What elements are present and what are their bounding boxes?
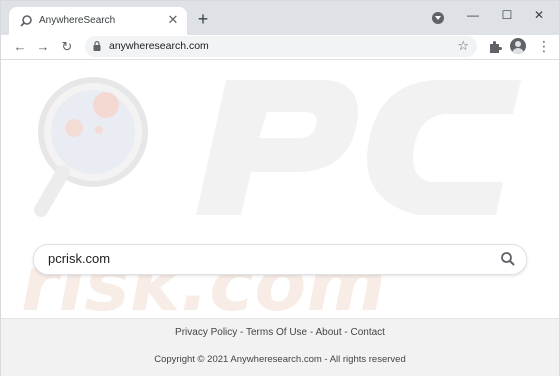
footer-separator: - xyxy=(237,327,246,338)
new-tab-button[interactable]: + xyxy=(194,10,212,28)
tab-strip: AnywhereSearch ✕ + — ☐ ✕ xyxy=(1,1,559,35)
reload-button[interactable]: ↻ xyxy=(58,38,76,56)
close-icon[interactable]: ✕ xyxy=(165,12,181,28)
page-content: risk.com pcrisk.com xyxy=(1,60,559,318)
profile-avatar-icon[interactable] xyxy=(510,38,526,54)
search-input[interactable]: pcrisk.com xyxy=(33,244,527,275)
browser-window: AnywhereSearch ✕ + — ☐ ✕ ← → ↻ anywheres… xyxy=(0,0,560,376)
maximize-button[interactable]: ☐ xyxy=(497,6,517,24)
privacy-policy-link[interactable]: Privacy Policy xyxy=(175,327,237,338)
footer-links: Privacy Policy - Terms Of Use - About - … xyxy=(1,327,559,338)
lock-icon xyxy=(93,41,101,51)
minimize-button[interactable]: — xyxy=(463,6,483,24)
tab-search-dropdown-icon[interactable] xyxy=(432,12,444,24)
bookmark-star-icon[interactable]: ☆ xyxy=(457,38,469,54)
search-input-value: pcrisk.com xyxy=(48,251,111,266)
page-footer: Privacy Policy - Terms Of Use - About - … xyxy=(1,318,559,376)
about-link[interactable]: About xyxy=(315,327,341,338)
search-icon xyxy=(20,15,32,27)
toolbar: ← → ↻ anywheresearch.com ☆ xyxy=(1,35,559,60)
window-close-button[interactable]: ✕ xyxy=(529,6,549,24)
url-text: anywheresearch.com xyxy=(109,40,209,52)
extensions-icon[interactable] xyxy=(487,39,503,55)
tab-anywheresearch[interactable]: AnywhereSearch ✕ xyxy=(9,7,187,35)
tab-title: AnywhereSearch xyxy=(39,15,116,26)
more-menu-icon[interactable]: ⋮ xyxy=(537,38,551,54)
copyright-text: Copyright © 2021 Anywheresearch.com - Al… xyxy=(154,354,406,365)
search-icon[interactable] xyxy=(500,251,516,267)
pcrisk-watermark: risk.com xyxy=(21,77,521,318)
footer-separator: - xyxy=(341,327,351,338)
address-bar[interactable]: anywheresearch.com ☆ xyxy=(85,36,477,57)
contact-link[interactable]: Contact xyxy=(351,327,385,338)
terms-of-use-link[interactable]: Terms Of Use xyxy=(246,327,307,338)
back-button[interactable]: ← xyxy=(11,38,29,56)
forward-button[interactable]: → xyxy=(34,38,52,56)
